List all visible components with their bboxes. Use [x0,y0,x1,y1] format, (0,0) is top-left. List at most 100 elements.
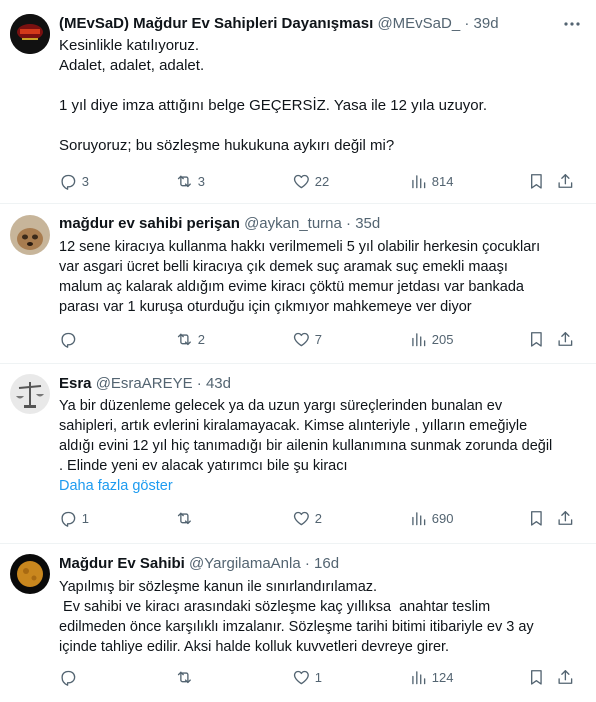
user-handle[interactable]: @aykan_turna [244,215,342,232]
bookmark-button[interactable] [527,329,546,349]
timestamp[interactable]: 16d [314,555,339,572]
tweet-text-line: 1 yıl diye imza attığını belge GEÇERSİZ.… [59,97,487,114]
reply-button[interactable]: 1 [59,508,89,528]
reply-button[interactable] [59,329,82,349]
timestamp[interactable]: 39d [474,15,499,32]
bookmark-icon [531,331,542,347]
views-count: 690 [431,510,454,526]
share-button[interactable] [556,171,575,191]
separator-dot: · [196,375,202,392]
display-name[interactable]: Esra [59,375,92,392]
like-button[interactable]: 22 [292,171,329,191]
show-more-link[interactable]: Daha fazla göster [59,476,576,496]
views-count: 124 [431,669,454,685]
retweet-icon [177,333,191,345]
like-count: 22 [314,173,330,189]
avatar[interactable] [10,374,50,414]
tweet-text-line: var asgari ücret belli kiracıya çık deme… [59,259,508,275]
tweet-text: Yapılmış bir sözleşme kanun ile sınırlan… [59,577,576,657]
tweet[interactable]: mağdur ev sahibi perişan @aykan_turna · … [0,204,596,364]
avatar[interactable] [10,554,50,594]
bookmark-icon [531,669,542,685]
views-icon [412,511,426,525]
user-handle[interactable]: @MEvSaD_ [377,15,460,32]
heart-icon [293,174,309,188]
retweet-button[interactable] [175,508,198,528]
views-button[interactable]: 814 [409,171,453,191]
tweet-actions: 1 2 690 [59,508,586,528]
tweet-text-line: Ev sahibi ve kiracı arasındaki sözleşme … [59,599,491,615]
bookmark-icon [531,173,542,189]
display-name[interactable]: (MEvSaD) Mağdur Ev Sahipleri Dayanışması [59,15,373,32]
tweet-header: Esra @EsraAREYE · 43d [59,374,556,394]
views-button[interactable]: 690 [409,508,453,528]
avatar[interactable] [10,215,50,255]
tweet-text: Kesinlikle katılıyoruz. Adalet, adalet, … [59,36,576,156]
views-button[interactable]: 124 [409,667,453,687]
heart-icon [293,511,309,525]
tweet-text-line: Soruyoruz; bu sözleşme hukukuna aykırı d… [59,137,395,154]
bookmark-button[interactable] [527,508,546,528]
reply-button[interactable] [59,667,82,687]
bookmark-icon [531,510,542,526]
tweet-actions: 1 124 [59,667,586,687]
share-icon [558,331,573,346]
reply-button[interactable]: 3 [59,171,89,191]
tweet-text: 12 sene kiracıya kullanma hakkı verilmem… [59,237,576,317]
reply-count: 3 [81,173,89,189]
tweet-header: (MEvSaD) Mağdur Ev Sahipleri Dayanışması… [59,14,556,34]
share-icon [558,173,573,188]
like-button[interactable]: 1 [292,667,322,687]
separator-dot: · [464,15,470,32]
reply-icon [61,174,76,190]
views-count: 814 [431,173,454,189]
tweet-text-line: aldığı evini 12 yıl hiç tanımadığı bir a… [59,438,553,454]
tweet[interactable]: Mağdur Ev Sahibi @YargilamaAnla · 16d Ya… [0,544,596,702]
display-name[interactable]: Mağdur Ev Sahibi [59,555,185,572]
views-count: 205 [431,331,454,347]
retweet-button[interactable] [175,667,198,687]
tweet[interactable]: Esra @EsraAREYE · 43d Ya bir düzenleme g… [0,364,596,544]
reply-icon [61,511,76,527]
share-button[interactable] [556,508,575,528]
tweet-header: mağdur ev sahibi perişan @aykan_turna · … [59,214,556,234]
user-handle[interactable]: @YargilamaAnla [189,555,301,572]
tweet-text-line: . Elinde yeni ev alacak yatırımcı bile ş… [59,458,348,474]
user-handle[interactable]: @EsraAREYE [96,375,193,392]
retweet-icon [177,671,191,683]
tweet-text-line [59,76,576,96]
like-button[interactable]: 2 [292,508,322,528]
reply-icon [61,332,76,348]
bookmark-button[interactable] [527,171,546,191]
avatar[interactable] [10,14,50,54]
like-button[interactable]: 7 [292,329,322,349]
tweet-actions: 3 3 22 814 [59,171,586,191]
share-button[interactable] [556,329,575,349]
share-icon [558,510,573,525]
retweet-count: 3 [197,173,205,189]
reply-icon [61,670,76,686]
tweet-text-line: 12 sene kiracıya kullanma hakkı verilmem… [59,239,541,255]
tweet-feed: (MEvSaD) Mağdur Ev Sahipleri Dayanışması… [0,0,596,702]
views-icon [412,174,426,188]
tweet-text-line: edilmeden önce karşılıklı imzalanır. Söz… [59,619,534,635]
retweet-icon [177,512,191,524]
timestamp[interactable]: 43d [206,375,231,392]
retweet-icon [177,175,191,187]
tweet[interactable]: (MEvSaD) Mağdur Ev Sahipleri Dayanışması… [0,0,596,204]
bookmark-button[interactable] [527,667,546,687]
tweet-text-line: Adalet, adalet, adalet. [59,57,205,74]
more-icon[interactable] [562,14,582,34]
reply-count: 1 [81,510,89,526]
separator-dot: · [304,555,310,572]
retweet-button[interactable]: 3 [175,171,205,191]
share-button[interactable] [556,667,575,687]
display-name[interactable]: mağdur ev sahibi perişan [59,215,240,232]
retweet-count: 2 [197,331,205,347]
timestamp[interactable]: 35d [355,215,380,232]
tweet-text-line: içinde tahliye edilir. Aksi halde kolluk… [59,639,450,655]
share-icon [558,669,573,684]
views-button[interactable]: 205 [409,329,453,349]
retweet-button[interactable]: 2 [175,329,205,349]
views-icon [412,670,426,684]
